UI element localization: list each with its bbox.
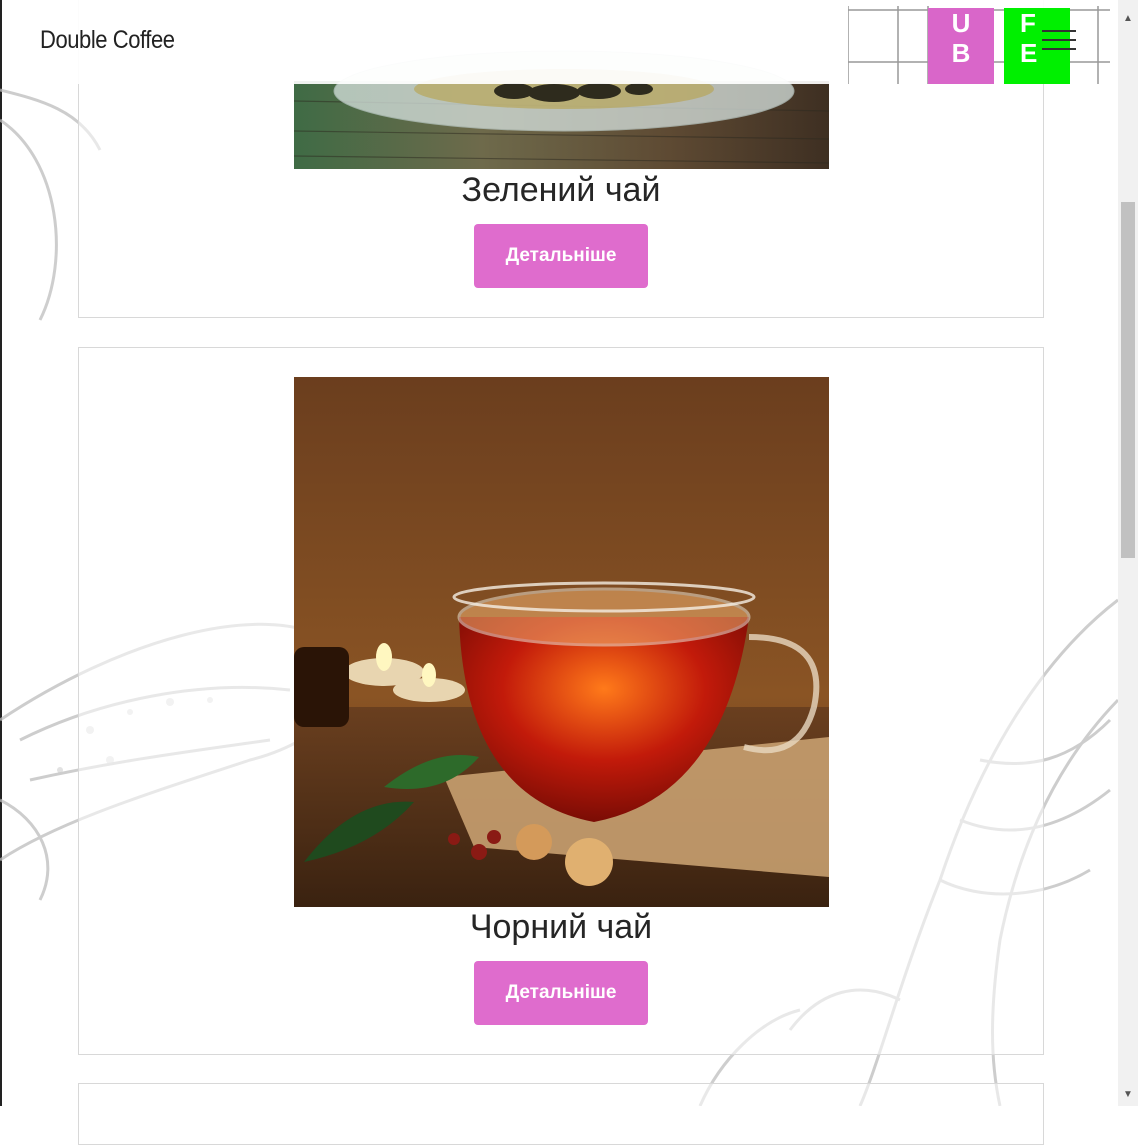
product-title: Чорний чай [469,908,653,946]
details-button[interactable]: Детальніше [474,224,648,288]
black-tea-photo [294,377,829,907]
scroll-up-arrow-icon[interactable]: ▲ [1118,10,1138,28]
product-card: Чорний чай Детальніше [78,347,1044,1055]
ub-logo-letter-u: U [951,8,971,38]
scroll-down-arrow-icon[interactable]: ▼ [1118,1086,1138,1104]
top-navbar: Double Coffee U B F E [2,0,1116,84]
ub-logo[interactable]: U B [928,8,994,84]
vertical-scrollbar[interactable]: ▲ ▼ [1118,0,1138,1106]
product-card [78,1083,1044,1145]
brand-logo-text[interactable]: Double Coffee [40,26,175,55]
scrollbar-thumb[interactable] [1121,202,1135,558]
product-title: Зелений чай [461,171,661,209]
details-button[interactable]: Детальніше [474,961,648,1025]
hamburger-icon[interactable] [1042,30,1076,56]
ub-logo-letter-b: B [951,38,971,68]
